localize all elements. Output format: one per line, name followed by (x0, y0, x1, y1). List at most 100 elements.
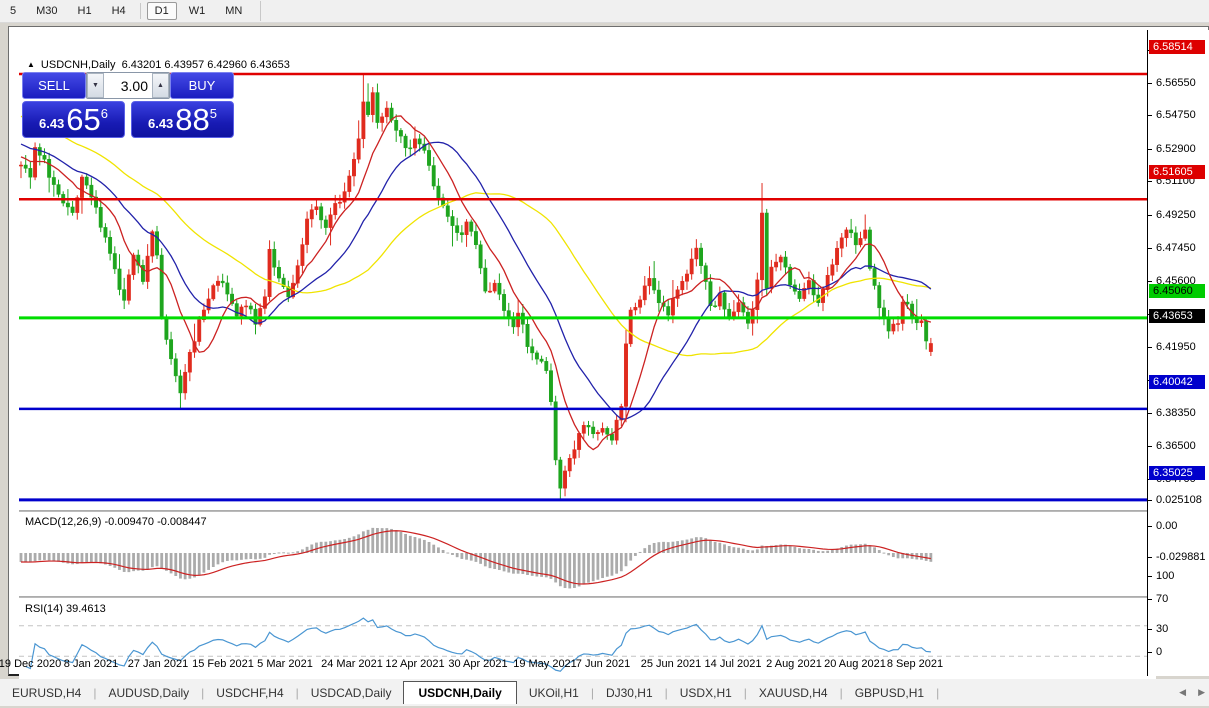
date-label: 2 Aug 2021 (766, 658, 822, 670)
date-label: 12 Apr 2021 (385, 658, 445, 670)
sell-price-big: 65 (66, 102, 101, 137)
axis-tick-mark (1148, 499, 1152, 501)
rsi-scale-tick: 30 (1156, 623, 1169, 636)
chart-window: ▲ USDCNH,Daily 6.43201 6.43957 6.42960 6.… (0, 26, 1209, 703)
macd-values: -0.009470 -0.008447 (104, 516, 207, 528)
tab-xauusd-h4[interactable]: XAUUSD,H4 (747, 682, 840, 704)
axis-tick-mark (1148, 576, 1152, 577)
price-tick: 6.38350 (1156, 406, 1196, 419)
macd-scale-tick: 0.00 (1156, 520, 1178, 532)
date-label: 14 Jul 2021 (704, 658, 762, 670)
price-tick: 6.47450 (1156, 241, 1196, 254)
tab-scroll-left-icon[interactable]: ◀ (1179, 687, 1186, 698)
macd-scale-tick: -0.029881 (1156, 551, 1206, 564)
date-label: 15 Feb 2021 (192, 658, 254, 670)
axis-tick-mark (1148, 347, 1152, 349)
tab-usdcad-daily[interactable]: USDCAD,Daily (299, 682, 404, 704)
timeframe-toolbar: 5 M30 H1 H4 D1 W1 MN (0, 0, 1209, 23)
rsi-scale-tick: 70 (1156, 592, 1169, 605)
tab-usdcnh-daily[interactable]: USDCNH,Daily (403, 681, 517, 704)
axis-tick-mark (1148, 526, 1152, 527)
rsi-indicator-label: RSI(14) 39.4613 (25, 603, 106, 615)
volume-decrease-icon[interactable]: ▼ (87, 73, 104, 98)
timeframe-button-d1[interactable]: D1 (146, 2, 177, 20)
buy-price-sup: 5 (209, 106, 218, 121)
price-tick: 6.49250 (1156, 208, 1196, 221)
date-label: 19 Dec 2020 (0, 658, 62, 670)
tab-usdchf-h4[interactable]: USDCHF,H4 (204, 682, 295, 704)
date-label: 8 Sep 2021 (886, 658, 944, 670)
sell-price-sup: 6 (100, 106, 109, 121)
axis-tick-mark (1148, 412, 1152, 414)
date-label: 24 Mar 2021 (321, 658, 383, 670)
timeframe-button-5[interactable]: 5 (2, 2, 24, 20)
volume-increase-icon[interactable]: ▲ (152, 73, 169, 98)
macd-indicator-label: MACD(12,26,9) -0.009470 -0.008447 (25, 516, 207, 528)
date-label: 30 Apr 2021 (448, 658, 508, 670)
chart-symbol-label: USDCNH,Daily (40, 59, 116, 71)
volume-input[interactable] (104, 73, 152, 98)
price-level-label: 6.51605 (1149, 165, 1205, 180)
price-tick: 6.41950 (1156, 341, 1196, 354)
price-tick: 6.52900 (1156, 142, 1196, 155)
timeframe-button-mn[interactable]: MN (217, 2, 250, 20)
price-level-label: 6.58514 (1149, 40, 1205, 54)
date-label: 8 Jan 2021 (63, 658, 119, 670)
timeframe-button-w1[interactable]: W1 (181, 2, 214, 20)
tab-ukoil-h1[interactable]: UKOil,H1 (517, 682, 591, 704)
price-level-label: 6.45060 (1149, 283, 1205, 298)
sell-price-display[interactable]: 6.43 65 6 (22, 101, 125, 138)
date-label: 7 Jun 2021 (575, 658, 631, 670)
axis-tick-mark (1148, 181, 1152, 183)
date-label: 5 Mar 2021 (257, 658, 313, 670)
sell-button[interactable]: SELL (22, 72, 86, 99)
chart-tab-bar: EURUSD,H4 | AUDUSD,Daily | USDCHF,H4 | USDCAD,… (0, 679, 1209, 706)
axis-tick-mark (1148, 148, 1152, 150)
timeframe-button-h4[interactable]: H4 (104, 2, 134, 20)
price-level-label: 6.35025 (1149, 465, 1205, 480)
date-label: 25 Jun 2021 (640, 658, 702, 670)
collapse-arrow-icon[interactable]: ▲ (27, 60, 35, 69)
date-label: 19 May 2021 (513, 658, 577, 670)
axis-tick-mark (1148, 652, 1152, 653)
sell-price-prefix: 6.43 (38, 116, 65, 131)
price-level-label: 6.40042 (1149, 374, 1205, 389)
tab-separator: | (936, 685, 940, 700)
rsi-scale-tick: 100 (1156, 570, 1175, 582)
tab-dj30-h1[interactable]: DJ30,H1 (594, 682, 665, 704)
tab-usdx-h1[interactable]: USDX,H1 (668, 682, 744, 704)
buy-button[interactable]: BUY (170, 72, 234, 99)
price-axis[interactable]: 6.583506.565506.547506.529006.511006.492… (1147, 30, 1209, 676)
tab-scroll-right-icon[interactable]: ▶ (1198, 687, 1205, 698)
axis-tick-mark (1148, 115, 1152, 117)
chart-ohlc-values: 6.43201 6.43957 6.42960 6.43653 (121, 59, 290, 71)
date-label: 20 Aug 2021 (824, 658, 886, 670)
price-chart-plot[interactable] (19, 57, 1156, 703)
tab-gbpusd-h1[interactable]: GBPUSD,H1 (843, 682, 936, 704)
axis-tick-mark (1148, 446, 1152, 448)
rsi-value: 39.4613 (65, 603, 106, 615)
axis-tick-mark (1148, 557, 1152, 559)
toolbar-separator (260, 1, 262, 21)
current-price-label: 6.43653 (1149, 309, 1205, 324)
price-tick: 6.36500 (1156, 440, 1196, 453)
macd-scale-tick: 0.025108 (1156, 493, 1202, 506)
axis-tick-mark (1148, 82, 1152, 84)
timeframe-button-h1[interactable]: H1 (70, 2, 100, 20)
rsi-scale-tick: 0 (1156, 646, 1163, 658)
tab-audusd-daily[interactable]: AUDUSD,Daily (96, 682, 201, 704)
axis-tick-mark (1148, 598, 1152, 600)
chart-title: ▲ USDCNH,Daily 6.43201 6.43957 6.42960 6.… (27, 59, 290, 71)
buy-price-display[interactable]: 6.43 88 5 (131, 101, 234, 138)
axis-tick-mark (1148, 247, 1152, 249)
price-tick: 6.56550 (1156, 76, 1196, 89)
timeframe-button-m30[interactable]: M30 (28, 2, 65, 20)
volume-spinner: ▼ ▲ (86, 72, 170, 99)
axis-tick-mark (1148, 214, 1152, 216)
date-label: 27 Jan 2021 (127, 658, 189, 670)
axis-tick-mark (1148, 281, 1152, 283)
axis-tick-mark (1148, 629, 1152, 631)
buy-price-prefix: 6.43 (147, 116, 174, 131)
tab-eurusd-h4[interactable]: EURUSD,H4 (0, 682, 93, 704)
toolbar-separator (139, 3, 141, 19)
